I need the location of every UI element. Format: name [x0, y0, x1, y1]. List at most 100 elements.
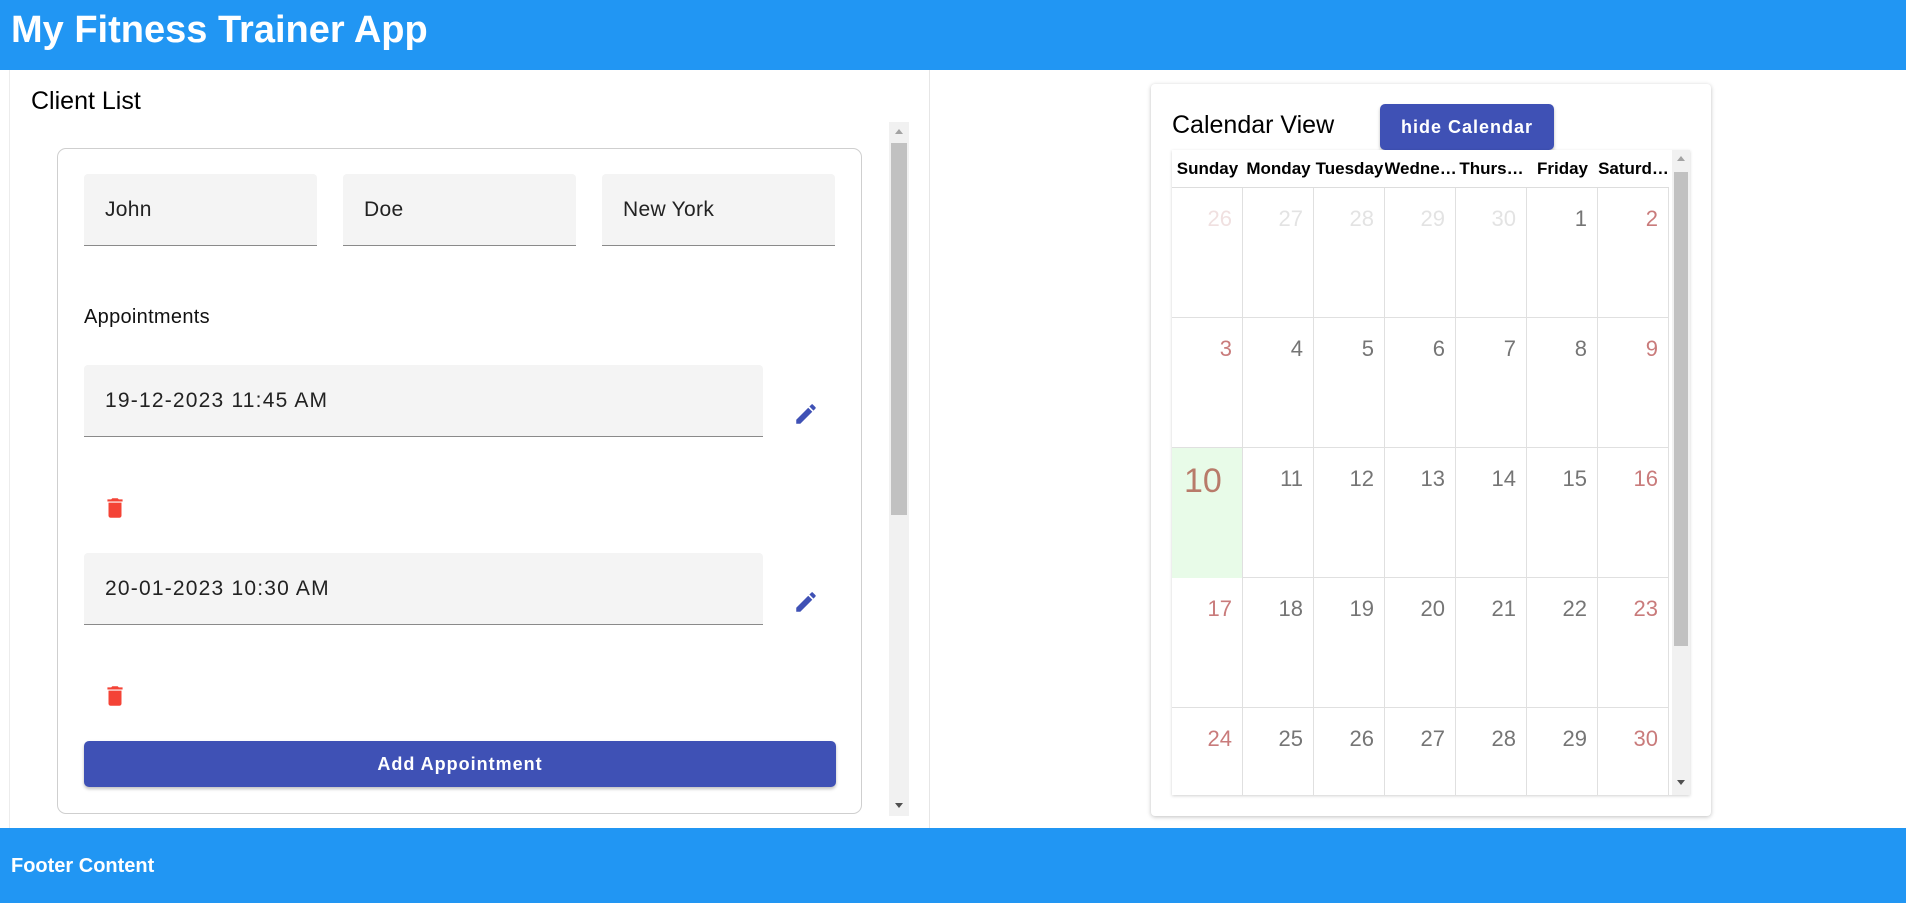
delete-appointment-button[interactable]: [95, 676, 135, 716]
calendar-day[interactable]: 12: [1314, 448, 1385, 578]
calendar-day-number: 22: [1562, 596, 1587, 621]
app-footer: Footer Content: [0, 828, 1906, 903]
calendar-day-number: 28: [1349, 206, 1374, 231]
last-name-field[interactable]: Doe: [343, 174, 576, 246]
calendar-day[interactable]: 15: [1527, 448, 1598, 578]
calendar-scroll-up-arrow[interactable]: [1677, 156, 1685, 161]
calendar-day[interactable]: 20: [1385, 578, 1456, 708]
calendar-day[interactable]: 27: [1385, 708, 1456, 795]
calendar-week-row: 26 27 28 29 30 1 2: [1172, 188, 1669, 318]
calendar-scroll-down-arrow[interactable]: [1677, 780, 1685, 785]
hide-calendar-button[interactable]: hide Calendar: [1380, 104, 1554, 150]
calendar-day-number: 27: [1420, 726, 1445, 751]
pencil-icon: [796, 592, 816, 612]
city-field[interactable]: New York: [602, 174, 835, 246]
trash-icon: [107, 498, 123, 518]
calendar-day-number: 2: [1645, 206, 1658, 231]
calendar-scroll-thumb[interactable]: [1674, 172, 1688, 646]
calendar-day[interactable]: 9: [1598, 318, 1669, 448]
calendar-body: 26 27 28 29 30 1 2 3 4 5 6 7 8 9 10 11 12 13 14 15 16 17 18 19 2…: [1172, 188, 1669, 795]
client-list-scroll-thumb[interactable]: [891, 143, 907, 515]
column-divider: [929, 70, 930, 828]
calendar-day[interactable]: 26: [1314, 708, 1385, 795]
calendar-day-number: 11: [1280, 466, 1303, 491]
calendar-week-row: 17 18 19 20 21 22 23: [1172, 578, 1669, 708]
calendar-day[interactable]: 26: [1172, 188, 1243, 318]
calendar-day[interactable]: 28: [1456, 708, 1527, 795]
app-title: My Fitness Trainer App: [11, 9, 428, 51]
calendar-day[interactable]: 27: [1243, 188, 1314, 318]
calendar-day-number: 8: [1574, 336, 1587, 361]
appointment-datetime-value: 19-12-2023 11:45 AM: [105, 388, 329, 412]
calendar-day[interactable]: 30: [1598, 708, 1669, 795]
calendar-day-number: 30: [1491, 206, 1516, 231]
calendar-day-today[interactable]: 10: [1172, 448, 1243, 578]
calendar-day[interactable]: 2: [1598, 188, 1669, 318]
calendar-day[interactable]: 29: [1385, 188, 1456, 318]
calendar-day[interactable]: 21: [1456, 578, 1527, 708]
calendar-day-number: 12: [1349, 466, 1374, 491]
appointment-datetime-value: 20-01-2023 10:30 AM: [105, 576, 330, 600]
appointment-datetime-field[interactable]: 20-01-2023 10:30 AM: [84, 553, 763, 625]
first-name-field[interactable]: John: [84, 174, 317, 246]
edit-appointment-button[interactable]: [786, 394, 826, 434]
calendar-day[interactable]: 11: [1243, 448, 1314, 578]
edit-appointment-button[interactable]: [786, 582, 826, 622]
calendar-day-number: 29: [1420, 206, 1445, 231]
calendar-day[interactable]: 29: [1527, 708, 1598, 795]
calendar-day-number: 21: [1491, 596, 1516, 621]
calendar-grid: Sunday Monday Tuesday Wedne… Thurs… Frid…: [1172, 150, 1690, 795]
weekday-header: Sunday: [1176, 159, 1239, 178]
calendar-day[interactable]: 7: [1456, 318, 1527, 448]
calendar-day[interactable]: 6: [1385, 318, 1456, 448]
calendar-day[interactable]: 16: [1598, 448, 1669, 578]
app-header: My Fitness Trainer App: [0, 0, 1906, 70]
weekday-header: Saturd…: [1598, 159, 1669, 178]
calendar-day[interactable]: 23: [1598, 578, 1669, 708]
calendar-day-number: 26: [1207, 206, 1232, 231]
calendar-day[interactable]: 28: [1314, 188, 1385, 318]
calendar-day-number: 16: [1633, 466, 1658, 491]
calendar-day-number: 27: [1278, 206, 1303, 231]
weekday-header: Thurs…: [1459, 159, 1524, 178]
calendar-day-number: 1: [1574, 206, 1587, 231]
calendar-day-number: 18: [1278, 596, 1303, 621]
appointments-label: Appointments: [84, 306, 210, 328]
calendar-week-row: 10 11 12 13 14 15 16: [1172, 448, 1669, 578]
pencil-icon: [796, 404, 816, 424]
calendar-day-number: 17: [1207, 596, 1232, 621]
calendar-day-number: 28: [1491, 726, 1516, 751]
calendar-day[interactable]: 14: [1456, 448, 1527, 578]
calendar-week-row: 24 25 26 27 28 29 30: [1172, 708, 1669, 795]
calendar-day[interactable]: 4: [1243, 318, 1314, 448]
calendar-day-number: 4: [1290, 336, 1303, 361]
calendar-day[interactable]: 24: [1172, 708, 1243, 795]
calendar-day[interactable]: 19: [1314, 578, 1385, 708]
calendar-day[interactable]: 22: [1527, 578, 1598, 708]
calendar-day[interactable]: 25: [1243, 708, 1314, 795]
city-value: New York: [623, 197, 715, 221]
calendar-week-row: 3 4 5 6 7 8 9: [1172, 318, 1669, 448]
calendar-day[interactable]: 1: [1527, 188, 1598, 318]
calendar-day-number: 7: [1503, 336, 1516, 361]
calendar-day-number: 20: [1420, 596, 1445, 621]
calendar-day[interactable]: 30: [1456, 188, 1527, 318]
calendar-day[interactable]: 3: [1172, 318, 1243, 448]
calendar-day-number: 10: [1184, 462, 1222, 500]
calendar-day[interactable]: 13: [1385, 448, 1456, 578]
scroll-down-arrow[interactable]: [895, 803, 903, 808]
calendar-day[interactable]: 8: [1527, 318, 1598, 448]
scroll-up-arrow[interactable]: [895, 129, 903, 134]
weekday-header: Tuesday: [1315, 159, 1384, 178]
calendar-day-number: 24: [1207, 726, 1232, 751]
calendar-day-number: 26: [1349, 726, 1374, 751]
calendar-weekday-header: Sunday Monday Tuesday Wedne… Thurs… Frid…: [1172, 150, 1669, 188]
calendar-day[interactable]: 18: [1243, 578, 1314, 708]
calendar-day-number: 15: [1562, 466, 1587, 491]
appointment-datetime-field[interactable]: 19-12-2023 11:45 AM: [84, 365, 763, 437]
delete-appointment-button[interactable]: [95, 488, 135, 528]
calendar-day-number: 6: [1432, 336, 1445, 361]
calendar-day[interactable]: 5: [1314, 318, 1385, 448]
calendar-day[interactable]: 17: [1172, 578, 1243, 708]
add-appointment-button[interactable]: Add Appointment: [84, 741, 836, 787]
